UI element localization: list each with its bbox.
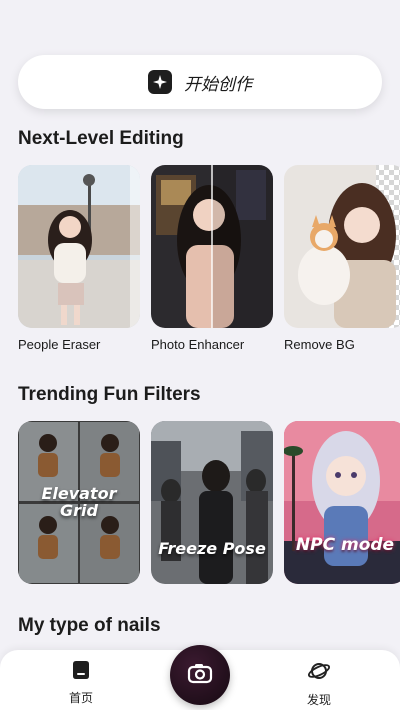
section-title-nails: My type of nails xyxy=(18,615,161,636)
filters-carousel[interactable]: Elevator Grid Freeze Pose NPC mode xyxy=(18,421,400,586)
card-remove-bg[interactable]: Remove BG xyxy=(284,165,400,352)
card-label: Remove BG xyxy=(284,337,355,352)
filter-overlay-title: NPC mode xyxy=(295,535,395,555)
section-title-filters: Trending Fun Filters xyxy=(18,384,201,405)
start-creating-label: 开始创作 xyxy=(184,74,252,95)
elevator-grid-thumbnail: Elevator Grid xyxy=(18,421,140,584)
freeze-pose-thumbnail: Freeze Pose xyxy=(151,421,273,584)
home-icon xyxy=(70,660,92,685)
section-title-editing: Next-Level Editing xyxy=(18,128,184,149)
planet-icon xyxy=(307,660,331,687)
camera-icon xyxy=(187,662,213,689)
remove-bg-thumbnail xyxy=(284,165,400,328)
card-label: People Eraser xyxy=(18,337,101,352)
filter-overlay-title: Freeze Pose xyxy=(158,539,266,558)
npc-mode-thumbnail: NPC mode xyxy=(284,421,400,584)
start-creating-button[interactable]: 开始创作 xyxy=(18,55,382,109)
sparkle-icon xyxy=(148,70,172,94)
tab-discover-label: 发现 xyxy=(306,693,331,707)
card-elevator-grid[interactable]: Elevator Grid xyxy=(18,421,140,584)
people-eraser-thumbnail xyxy=(18,165,140,328)
card-label: Photo Enhancer xyxy=(151,337,245,352)
tab-home[interactable]: 首页 xyxy=(46,660,116,706)
card-people-eraser[interactable]: People Eraser xyxy=(18,165,140,352)
tab-home-label: 首页 xyxy=(68,691,93,705)
camera-button[interactable] xyxy=(170,645,230,705)
tab-discover[interactable]: 发现 xyxy=(284,660,354,708)
photo-enhancer-thumbnail xyxy=(151,165,273,328)
editing-carousel[interactable]: People Eraser Photo Enhancer Remove BG xyxy=(18,165,400,365)
card-photo-enhancer[interactable]: Photo Enhancer xyxy=(151,165,273,352)
card-npc-mode[interactable]: NPC mode xyxy=(284,421,400,584)
card-freeze-pose[interactable]: Freeze Pose xyxy=(151,421,273,584)
filter-overlay-title: Elevator Grid xyxy=(41,484,117,520)
